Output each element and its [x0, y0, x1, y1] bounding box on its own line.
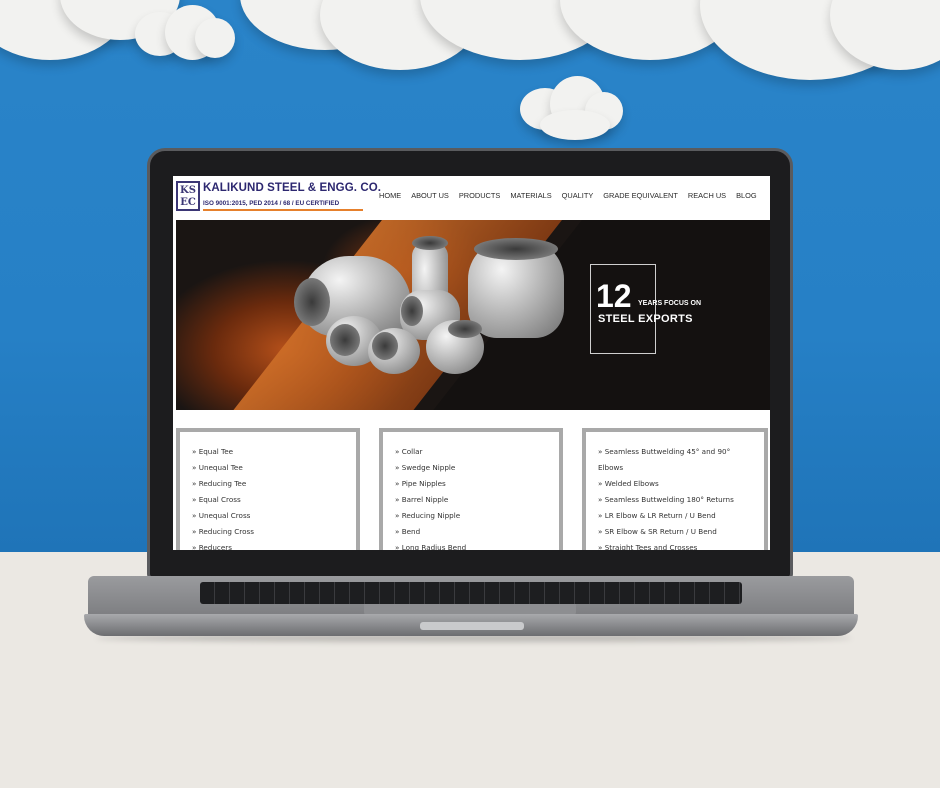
product-link[interactable]: Bend [395, 524, 559, 540]
nav-about-us[interactable]: ABOUT US [411, 191, 449, 200]
product-columns: Equal Tee Unequal Tee Reducing Tee Equal… [176, 428, 770, 550]
company-logo[interactable]: KS EC [176, 181, 200, 211]
laptop-notch [420, 622, 524, 630]
pipe-opening [474, 238, 558, 260]
product-list: Seamless Buttwelding 45° and 90° Elbows … [598, 444, 764, 550]
nav-home[interactable]: HOME [379, 191, 401, 200]
pipe-opening [401, 296, 423, 326]
product-link[interactable]: Long Radius Bend [395, 540, 559, 550]
product-card-tees: Equal Tee Unequal Tee Reducing Tee Equal… [176, 428, 360, 550]
nav-reach-us[interactable]: REACH US [688, 191, 726, 200]
site-header: KS EC KALIKUND STEEL & ENGG. CO. ISO 900… [173, 176, 770, 218]
pipe-opening [372, 332, 398, 360]
years-number: 12 [596, 278, 632, 314]
steel-exports-headline: STEEL EXPORTS [598, 313, 693, 325]
brand-tagline: ISO 9001:2015, PED 2014 / 68 / EU CERTIF… [203, 200, 340, 207]
laptop-keyboard [200, 582, 742, 604]
product-link[interactable]: Seamless Buttwelding 180° Returns [598, 492, 764, 508]
product-link[interactable]: Reducing Cross [192, 524, 356, 540]
product-link[interactable]: Equal Cross [192, 492, 356, 508]
product-link[interactable]: Collar [395, 444, 559, 460]
product-link[interactable]: LR Elbow & LR Return / U Bend [598, 508, 764, 524]
product-link[interactable]: Unequal Tee [192, 460, 356, 476]
main-nav: HOME ABOUT US PRODUCTS MATERIALS QUALITY… [379, 191, 767, 200]
years-caption: YEARS FOCUS ON [638, 300, 702, 307]
product-link[interactable]: Barrel Nipple [395, 492, 559, 508]
product-link[interactable]: Welded Elbows [598, 476, 764, 492]
nav-products[interactable]: PRODUCTS [459, 191, 500, 200]
hero-banner: 12 YEARS FOCUS ON STEEL EXPORTS [176, 220, 770, 410]
product-link[interactable]: Unequal Cross [192, 508, 356, 524]
pipe-opening [448, 320, 482, 338]
nav-quality[interactable]: QUALITY [562, 191, 594, 200]
product-list: Equal Tee Unequal Tee Reducing Tee Equal… [192, 444, 356, 550]
nav-materials[interactable]: MATERIALS [510, 191, 551, 200]
product-link[interactable]: Equal Tee [192, 444, 356, 460]
product-card-nipples: Collar Swedge Nipple Pipe Nipples Barrel… [379, 428, 563, 550]
product-link[interactable]: Reducing Nipple [395, 508, 559, 524]
cloud [195, 18, 235, 58]
product-link[interactable]: Pipe Nipples [395, 476, 559, 492]
product-link[interactable]: Swedge Nipple [395, 460, 559, 476]
pipe-opening [294, 278, 330, 326]
product-link[interactable]: Seamless Buttwelding 45° and 90° Elbows [598, 444, 748, 476]
cloud [540, 110, 610, 140]
brand-name[interactable]: KALIKUND STEEL & ENGG. CO. [203, 182, 381, 194]
nav-grade-equivalent[interactable]: GRADE EQUIVALENT [603, 191, 678, 200]
product-link[interactable]: Reducers [192, 540, 356, 550]
product-list: Collar Swedge Nipple Pipe Nipples Barrel… [395, 444, 559, 550]
pipe-opening [412, 236, 448, 250]
product-link[interactable]: Straight Tees and Crosses [598, 540, 764, 550]
product-link[interactable]: SR Elbow & SR Return / U Bend [598, 524, 764, 540]
product-link[interactable]: Reducing Tee [192, 476, 356, 492]
brand-underline [203, 209, 363, 211]
product-card-elbows: Seamless Buttwelding 45° and 90° Elbows … [582, 428, 768, 550]
laptop-screen: KS EC KALIKUND STEEL & ENGG. CO. ISO 900… [173, 176, 770, 550]
pipe-opening [330, 324, 360, 356]
nav-blog[interactable]: BLOG [736, 191, 757, 200]
